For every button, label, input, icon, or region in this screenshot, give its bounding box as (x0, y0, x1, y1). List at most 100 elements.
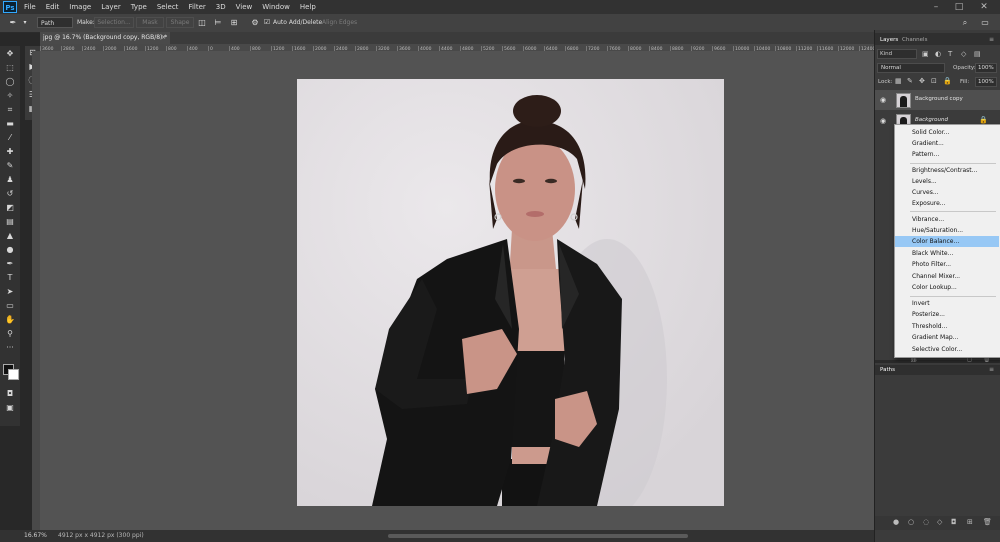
photoshop-logo[interactable]: Ps (3, 1, 17, 13)
blend-mode-select[interactable]: Normal (877, 63, 945, 73)
pen-tool-icon[interactable]: ✒ (3, 258, 17, 270)
menu-item-solid-color[interactable]: Solid Color... (895, 127, 999, 138)
menu-select[interactable]: Select (157, 0, 179, 14)
document-tab[interactable]: jpg @ 16.7% (Background copy, RGB/8) * × (40, 32, 170, 44)
load-selection-icon[interactable]: ◌ (923, 518, 929, 526)
menu-file[interactable]: File (24, 0, 36, 14)
layer-filter-kind[interactable]: Kind (877, 49, 917, 59)
workspace-icon[interactable]: ▭ (980, 17, 990, 28)
tab-paths[interactable]: Paths (880, 366, 895, 375)
eyedropper-icon[interactable]: ⁄ (3, 132, 17, 144)
menu-item-color-balance[interactable]: Color Balance... (895, 236, 999, 247)
dodge-tool-icon[interactable]: ● (3, 244, 17, 256)
tab-channels[interactable]: Channels (902, 36, 927, 45)
magic-wand-icon[interactable]: ✧ (3, 90, 17, 102)
more-tools-icon[interactable]: ··· (3, 342, 17, 354)
blur-tool-icon[interactable]: ▲ (3, 230, 17, 242)
fill-input[interactable]: 100% (975, 77, 997, 87)
menu-item-black-white[interactable]: Black White... (895, 248, 999, 259)
lock-artboard-icon[interactable]: ⊡ (931, 77, 937, 85)
path-arrangement-icon[interactable]: ⊞ (229, 17, 239, 28)
history-brush-icon[interactable]: ↺ (3, 188, 17, 200)
menu-item-exposure[interactable]: Exposure... (895, 198, 999, 209)
menu-help[interactable]: Help (300, 0, 316, 14)
make-shape-button[interactable]: Shape (166, 17, 194, 28)
lock-position-icon[interactable]: ✥ (919, 77, 925, 85)
menu-window[interactable]: Window (262, 0, 290, 14)
tab-layers[interactable]: Layers (880, 36, 898, 45)
crop-tool-icon[interactable]: ⌗ (3, 104, 17, 116)
zoom-tool-icon[interactable]: ⚲ (3, 328, 17, 340)
rectangle-tool-icon[interactable]: ▭ (3, 300, 17, 312)
menu-filter[interactable]: Filter (188, 0, 205, 14)
menu-item-vibrance[interactable]: Vibrance... (895, 214, 999, 225)
hand-tool-icon[interactable]: ✋ (3, 314, 17, 326)
screen-mode-icon[interactable]: ▣ (3, 402, 17, 414)
document-info[interactable]: 4912 px x 4912 px (300 ppi) (58, 530, 144, 542)
clone-stamp-icon[interactable]: ♟ (3, 174, 17, 186)
paths-menu-icon[interactable]: ≡ (989, 366, 994, 373)
opacity-input[interactable]: 100% (975, 63, 997, 73)
quick-mask-icon[interactable]: ◘ (3, 388, 17, 400)
eye-icon[interactable]: ◉ (880, 96, 886, 104)
path-operations-icon[interactable]: ◫ (197, 17, 207, 28)
healing-brush-icon[interactable]: ✚ (3, 146, 17, 158)
document-image[interactable] (297, 79, 724, 506)
zoom-level[interactable]: 16.67% (24, 530, 47, 542)
menu-item-photo-filter[interactable]: Photo Filter... (895, 259, 999, 270)
panel-menu-icon[interactable]: ≡ (989, 36, 994, 43)
search-icon[interactable]: ⌕ (960, 17, 970, 28)
menu-item-channel-mixer[interactable]: Channel Mixer... (895, 271, 999, 282)
menu-item-levels[interactable]: Levels... (895, 176, 999, 187)
gradient-tool-icon[interactable]: ▤ (3, 216, 17, 228)
menu-edit[interactable]: Edit (46, 0, 60, 14)
make-mask-button[interactable]: Mask (136, 17, 164, 28)
move-tool-icon[interactable]: ✥ (3, 48, 17, 60)
menu-item-selective-color[interactable]: Selective Color... (895, 344, 999, 355)
lock-all-icon[interactable]: 🔒 (943, 77, 952, 85)
brush-tool-icon[interactable]: ✎ (3, 160, 17, 172)
gear-icon[interactable]: ⚙ (250, 17, 260, 28)
lock-transparent-icon[interactable]: ▦ (895, 77, 902, 85)
menu-item-brightness-contrast[interactable]: Brightness/Contrast... (895, 165, 999, 176)
menu-item-invert[interactable]: Invert (895, 298, 999, 309)
add-mask-icon[interactable]: ◘ (951, 518, 957, 526)
filter-smart-icon[interactable]: ▤ (974, 50, 981, 58)
make-selection-button[interactable]: Selection... (94, 17, 134, 28)
frame-tool-icon[interactable]: ▬ (3, 118, 17, 130)
maximize-icon[interactable]: □ (950, 0, 968, 14)
menu-item-pattern[interactable]: Pattern... (895, 149, 999, 160)
menu-item-hue-saturation[interactable]: Hue/Saturation... (895, 225, 999, 236)
menu-item-posterize[interactable]: Posterize... (895, 309, 999, 320)
menu-type[interactable]: Type (131, 0, 147, 14)
delete-path-icon[interactable]: 🗑 (983, 518, 992, 526)
path-selection-icon[interactable]: ➤ (3, 286, 17, 298)
filter-pixel-icon[interactable]: ▣ (922, 50, 929, 58)
lock-image-icon[interactable]: ✎ (907, 77, 913, 85)
menu-layer[interactable]: Layer (101, 0, 121, 14)
background-color-swatch[interactable] (8, 369, 19, 380)
close-icon[interactable]: ✕ (975, 0, 993, 14)
eye-icon[interactable]: ◉ (880, 117, 886, 125)
filter-type-icon[interactable]: T (948, 50, 952, 58)
close-tab-icon[interactable]: × (161, 32, 166, 44)
menu-item-gradient-map[interactable]: Gradient Map... (895, 332, 999, 343)
marquee-tool-icon[interactable]: ⬚ (3, 62, 17, 74)
stroke-path-icon[interactable]: ○ (908, 518, 914, 526)
menu-item-gradient[interactable]: Gradient... (895, 138, 999, 149)
tool-mode-select[interactable]: Path (37, 17, 73, 28)
type-tool-icon[interactable]: T (3, 272, 17, 284)
auto-add-delete-checkbox[interactable]: ☑ (262, 17, 272, 28)
eraser-tool-icon[interactable]: ◩ (3, 202, 17, 214)
lasso-tool-icon[interactable]: ◯ (3, 76, 17, 88)
make-work-path-icon[interactable]: ◇ (937, 518, 942, 526)
layer-row-background-copy[interactable]: ◉ Background copy (875, 90, 1000, 110)
menu-item-color-lookup[interactable]: Color Lookup... (895, 282, 999, 293)
menu-item-curves[interactable]: Curves... (895, 187, 999, 198)
menu-view[interactable]: View (236, 0, 253, 14)
chevron-down-icon[interactable]: ▾ (20, 17, 30, 28)
menu-item-threshold[interactable]: Threshold... (895, 321, 999, 332)
fill-path-icon[interactable]: ● (893, 518, 899, 526)
pen-tool-icon[interactable]: ✒ (8, 17, 18, 28)
menu-3d[interactable]: 3D (216, 0, 226, 14)
